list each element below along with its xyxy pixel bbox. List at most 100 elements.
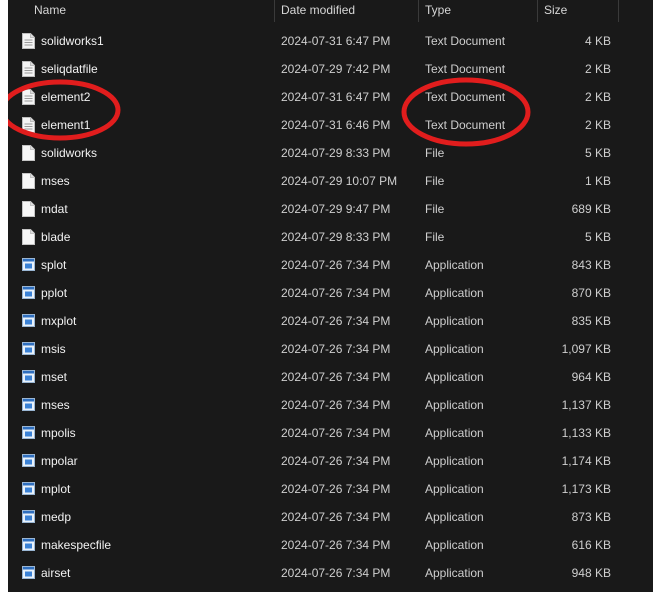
file-row[interactable]: element1 2024-07-31 6:46 PM Text Document 2…	[8, 111, 653, 139]
file-date-modified: 2024-07-31 6:47 PM	[281, 34, 391, 48]
application-icon	[22, 425, 35, 441]
file-name: mses	[41, 174, 70, 188]
application-icon	[22, 537, 35, 553]
file-row[interactable]: mpolar 2024-07-26 7:34 PM Application 1,174…	[8, 447, 653, 475]
column-divider[interactable]	[274, 0, 275, 22]
file-row[interactable]: mxplot 2024-07-26 7:34 PM Application 835 K…	[8, 307, 653, 335]
file-size: 1,097 KB	[561, 342, 611, 356]
column-header-name[interactable]: Name	[34, 0, 66, 22]
file-row[interactable]: mpolis 2024-07-26 7:34 PM Application 1,133…	[8, 419, 653, 447]
file-row[interactable]: mdat 2024-07-29 9:47 PM File 689 KB	[8, 195, 653, 223]
column-header-size[interactable]: Size	[544, 0, 567, 22]
file-name: splot	[41, 258, 67, 272]
file-size: 616 KB	[571, 538, 611, 552]
file-date-modified: 2024-07-26 7:34 PM	[281, 314, 391, 328]
file-name: mdat	[41, 202, 68, 216]
file-size: 5 KB	[584, 146, 611, 160]
file-name: msis	[41, 342, 66, 356]
file-name: airset	[41, 566, 71, 580]
file-row[interactable]: blade 2024-07-29 8:33 PM File 5 KB	[8, 223, 653, 251]
file-row[interactable]: solidworks 2024-07-29 8:33 PM File 5 KB	[8, 139, 653, 167]
file-icon	[22, 173, 35, 189]
application-icon	[22, 285, 35, 301]
file-date-modified: 2024-07-29 10:07 PM	[281, 174, 398, 188]
file-name: seliqdatfile	[41, 62, 98, 76]
file-name: element1	[41, 118, 91, 132]
file-type: File	[425, 146, 445, 160]
file-type: Application	[425, 454, 484, 468]
file-row[interactable]: medp 2024-07-26 7:34 PM Application 873 KB	[8, 503, 653, 531]
file-date-modified: 2024-07-26 7:34 PM	[281, 454, 391, 468]
file-row[interactable]: pplot 2024-07-26 7:34 PM Application 870 KB	[8, 279, 653, 307]
file-row[interactable]: airset 2024-07-26 7:34 PM Application 948 K…	[8, 559, 653, 587]
file-type: Text Document	[425, 34, 506, 48]
file-row[interactable]: splot 2024-07-26 7:34 PM Application 843 KB	[8, 251, 653, 279]
file-list-panel: Name Date modified Type Size solidworks1…	[8, 0, 653, 592]
file-name: solidworks	[41, 146, 98, 160]
application-icon	[22, 313, 35, 329]
file-size: 1,173 KB	[561, 482, 611, 496]
file-type: File	[425, 202, 445, 216]
file-type: Application	[425, 510, 484, 524]
file-row[interactable]: element2 2024-07-31 6:47 PM Text Document 2…	[8, 83, 653, 111]
application-icon	[22, 453, 35, 469]
file-size: 1,133 KB	[561, 426, 611, 440]
file-size: 4 KB	[584, 34, 611, 48]
application-icon	[22, 565, 35, 581]
file-type: Application	[425, 482, 484, 496]
file-row[interactable]: solidworks1 2024-07-31 6:47 PM Text Docume…	[8, 27, 653, 55]
file-type: Application	[425, 286, 484, 300]
file-row[interactable]: mplot 2024-07-26 7:34 PM Application 1,173 …	[8, 475, 653, 503]
file-size: 870 KB	[571, 286, 611, 300]
file-type: Text Document	[425, 118, 506, 132]
file-type: Text Document	[425, 62, 506, 76]
column-divider[interactable]	[537, 0, 538, 22]
file-date-modified: 2024-07-29 8:33 PM	[281, 146, 391, 160]
text-document-icon	[22, 61, 35, 77]
application-icon	[22, 509, 35, 525]
file-date-modified: 2024-07-26 7:34 PM	[281, 426, 391, 440]
file-size: 948 KB	[571, 566, 611, 580]
file-type: Application	[425, 566, 484, 580]
file-row[interactable]: mses 2024-07-29 10:07 PM File 1 KB	[8, 167, 653, 195]
application-icon	[22, 369, 35, 385]
file-date-modified: 2024-07-26 7:34 PM	[281, 370, 391, 384]
file-name: mxplot	[41, 314, 77, 328]
file-row[interactable]: makespecfile 2024-07-26 7:34 PM Applicatio…	[8, 531, 653, 559]
file-date-modified: 2024-07-26 7:34 PM	[281, 342, 391, 356]
file-size: 964 KB	[571, 370, 611, 384]
application-icon	[22, 397, 35, 413]
file-size: 2 KB	[584, 90, 611, 104]
column-divider[interactable]	[418, 0, 419, 22]
file-type: File	[425, 230, 445, 244]
file-icon	[22, 229, 35, 245]
file-date-modified: 2024-07-29 9:47 PM	[281, 202, 391, 216]
column-header-date-modified[interactable]: Date modified	[281, 0, 355, 22]
file-date-modified: 2024-07-26 7:34 PM	[281, 538, 391, 552]
file-size: 2 KB	[584, 118, 611, 132]
file-name: mpolis	[41, 426, 76, 440]
file-name: pplot	[41, 286, 68, 300]
file-name: makespecfile	[41, 538, 112, 552]
application-icon	[22, 481, 35, 497]
text-document-icon	[22, 33, 35, 49]
file-name: blade	[41, 230, 71, 244]
file-date-modified: 2024-07-26 7:34 PM	[281, 286, 391, 300]
file-size: 1 KB	[584, 174, 611, 188]
file-date-modified: 2024-07-29 7:42 PM	[281, 62, 391, 76]
file-type: Application	[425, 426, 484, 440]
file-name: mset	[41, 370, 68, 384]
column-header-type[interactable]: Type	[425, 0, 451, 22]
file-date-modified: 2024-07-29 8:33 PM	[281, 230, 391, 244]
file-date-modified: 2024-07-26 7:34 PM	[281, 566, 391, 580]
file-name: mplot	[41, 482, 71, 496]
file-row[interactable]: mses 2024-07-26 7:34 PM Application 1,137 K…	[8, 391, 653, 419]
file-size: 843 KB	[571, 258, 611, 272]
application-icon	[22, 341, 35, 357]
file-type: Application	[425, 538, 484, 552]
column-divider[interactable]	[618, 0, 619, 22]
file-row[interactable]: msis 2024-07-26 7:34 PM Application 1,097 K…	[8, 335, 653, 363]
file-size: 1,137 KB	[561, 398, 611, 412]
file-row[interactable]: seliqdatfile 2024-07-29 7:42 PM Text Docum…	[8, 55, 653, 83]
file-row[interactable]: mset 2024-07-26 7:34 PM Application 964 KB	[8, 363, 653, 391]
